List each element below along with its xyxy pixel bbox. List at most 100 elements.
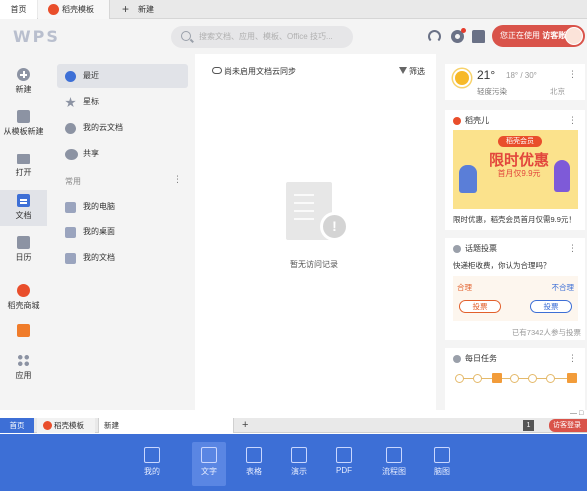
subnav-my-documents-label: 我的文档 bbox=[83, 253, 115, 262]
task-icon bbox=[453, 355, 461, 363]
docer-logo-icon bbox=[48, 4, 59, 15]
more-options-icon[interactable]: ⋮ bbox=[568, 115, 577, 126]
nav-video[interactable] bbox=[0, 324, 47, 342]
window-count-badge[interactable]: 1 bbox=[523, 420, 534, 431]
tab-home[interactable]: 首页 bbox=[0, 418, 34, 433]
nav-open[interactable]: 打开 bbox=[0, 152, 47, 182]
cloud-doc-icon bbox=[65, 123, 76, 134]
computer-icon bbox=[65, 202, 76, 213]
nav-calendar[interactable]: 日历 bbox=[0, 236, 47, 266]
cloud-sync-notice[interactable]: 尚未启用文档云同步 bbox=[212, 66, 296, 77]
tab-new-active[interactable]: 新建 bbox=[98, 418, 234, 433]
filter-button[interactable]: 筛选 bbox=[399, 66, 425, 77]
search-input[interactable]: 搜索文档、应用、模板、Office 技巧... bbox=[171, 26, 353, 48]
template-icon bbox=[17, 110, 30, 123]
mindmap-icon bbox=[434, 447, 450, 463]
vote-card-title: 话题投票 bbox=[465, 244, 497, 253]
promo-figure bbox=[554, 160, 570, 192]
more-options-icon[interactable]: ⋮ bbox=[568, 243, 577, 254]
bottom-tab-bar: 首页 稻壳模板 新建 + 1 访客登录 bbox=[0, 418, 587, 433]
video-icon bbox=[17, 324, 30, 337]
nav-shop[interactable]: 稻壳商城 bbox=[0, 284, 47, 314]
subnav-my-computer-label: 我的电脑 bbox=[83, 202, 115, 211]
subnav-shared-label: 共享 bbox=[83, 149, 99, 158]
nav-apps[interactable]: 应用 bbox=[0, 354, 47, 384]
user-account-button[interactable]: 您正在使用 访客账号 bbox=[492, 25, 585, 47]
task-day-dot[interactable] bbox=[455, 374, 464, 383]
tab-template[interactable]: 稻壳模板 bbox=[37, 418, 95, 433]
tool-mine[interactable]: 我的 bbox=[135, 442, 169, 486]
settings-icon[interactable] bbox=[451, 28, 466, 43]
tool-presentation-label: 演示 bbox=[291, 467, 307, 476]
subnav-my-documents[interactable]: 我的文档 bbox=[57, 246, 188, 270]
tool-flowchart[interactable]: 流程图 bbox=[376, 442, 412, 486]
gift-icon[interactable] bbox=[492, 373, 502, 383]
tool-pdf[interactable]: PDF bbox=[327, 442, 361, 486]
task-day-dot[interactable] bbox=[473, 374, 482, 383]
nav-new-label: 新建 bbox=[15, 85, 32, 94]
plus-icon: + bbox=[122, 2, 130, 16]
tool-spreadsheet[interactable]: 表格 bbox=[237, 442, 271, 486]
task-day-dot[interactable] bbox=[546, 374, 555, 383]
tab-new-label: 新建 bbox=[138, 5, 154, 14]
task-day-dot[interactable] bbox=[510, 374, 519, 383]
clock-icon bbox=[65, 71, 76, 82]
nav-documents[interactable]: 文档 bbox=[0, 190, 47, 226]
subnav-starred[interactable]: 星标 bbox=[57, 90, 188, 114]
tool-mindmap-label: 脑图 bbox=[434, 467, 450, 476]
nav-from-template[interactable]: 从模板新建 bbox=[0, 110, 47, 144]
tool-mindmap[interactable]: 脑图 bbox=[425, 442, 459, 486]
tab-new[interactable]: + 新建 bbox=[118, 0, 154, 19]
tab-template-label: 稻壳模板 bbox=[54, 421, 84, 430]
promo-banner[interactable]: 稻壳会员 限时优惠 首月仅9.9元 bbox=[453, 130, 578, 209]
window-controls[interactable]: — □ bbox=[570, 410, 583, 417]
left-nav: 新建 从模板新建 打开 文档 日历 稻壳商城 应用 bbox=[0, 54, 47, 410]
tool-writer[interactable]: 文字 bbox=[192, 442, 226, 486]
tool-writer-label: 文字 bbox=[201, 467, 217, 476]
promo-card-title: 稻壳儿 bbox=[465, 116, 489, 125]
empty-state-text: 暂无访问记录 bbox=[290, 260, 338, 269]
headset-icon[interactable] bbox=[428, 30, 441, 43]
tab-home[interactable]: 首页 bbox=[0, 0, 37, 19]
skin-icon[interactable] bbox=[472, 30, 485, 43]
guest-login-button[interactable]: 访客登录 bbox=[549, 419, 587, 432]
nav-from-template-label: 从模板新建 bbox=[3, 127, 44, 136]
tool-mine-label: 我的 bbox=[144, 467, 160, 476]
task-day-dot[interactable] bbox=[528, 374, 537, 383]
calendar-icon bbox=[17, 236, 30, 249]
more-options-icon[interactable]: ⋮ bbox=[173, 174, 182, 185]
subnav-starred-label: 星标 bbox=[83, 97, 99, 106]
nav-open-label: 打开 bbox=[15, 168, 32, 177]
document-icon bbox=[17, 194, 30, 207]
nav-new[interactable]: 新建 bbox=[0, 68, 47, 102]
more-options-icon[interactable]: ⋮ bbox=[568, 353, 577, 364]
cloud-icon bbox=[212, 67, 222, 74]
exclamation-icon: ! bbox=[320, 212, 349, 241]
avatar bbox=[565, 27, 583, 45]
subnav-cloud-docs[interactable]: 我的云文档 bbox=[57, 116, 188, 140]
user-prefix: 您正在使用 bbox=[500, 31, 540, 40]
add-tab-icon[interactable]: + bbox=[242, 418, 248, 433]
vote-card: 话题投票 ⋮ 快递柜收费，你认为合理吗？ 合理 不合理 投票 投票 已有7342… bbox=[445, 238, 585, 340]
share-icon bbox=[65, 149, 78, 160]
vote-options: 合理 不合理 投票 投票 bbox=[453, 276, 578, 321]
weather-city: 北京 bbox=[550, 87, 565, 96]
section-label-common: 常用 bbox=[65, 177, 81, 186]
subnav-recent[interactable]: 最近 bbox=[57, 64, 188, 88]
subnav-my-desktop[interactable]: 我的桌面 bbox=[57, 220, 188, 244]
promo-caption[interactable]: 限时优惠，稻壳会员首月仅需9.9元！ bbox=[453, 214, 576, 225]
search-icon bbox=[181, 31, 191, 41]
promo-card[interactable]: 稻壳儿 ⋮ 稻壳会员 限时优惠 首月仅9.9元 限时优惠，稻壳会员首月仅需9.9… bbox=[445, 110, 585, 230]
more-options-icon[interactable]: ⋮ bbox=[568, 69, 577, 80]
nav-shop-label: 稻壳商城 bbox=[7, 301, 40, 310]
subnav-my-computer[interactable]: 我的电脑 bbox=[57, 195, 188, 219]
weather-card[interactable]: 21° 18° / 30° 轻度污染 北京 ⋮ bbox=[445, 64, 585, 100]
vote-right-button[interactable]: 投票 bbox=[530, 300, 572, 313]
new-document-toolbar: 我的 文字 表格 演示 PDF 流程图 脑图 bbox=[0, 434, 587, 491]
subnav-shared[interactable]: 共享 bbox=[57, 142, 188, 166]
tab-template[interactable]: 稻壳模板 bbox=[38, 0, 110, 19]
vote-left-button[interactable]: 投票 bbox=[459, 300, 501, 313]
gift-icon[interactable] bbox=[567, 373, 577, 383]
tool-presentation[interactable]: 演示 bbox=[282, 442, 316, 486]
desktop-icon bbox=[65, 227, 76, 238]
